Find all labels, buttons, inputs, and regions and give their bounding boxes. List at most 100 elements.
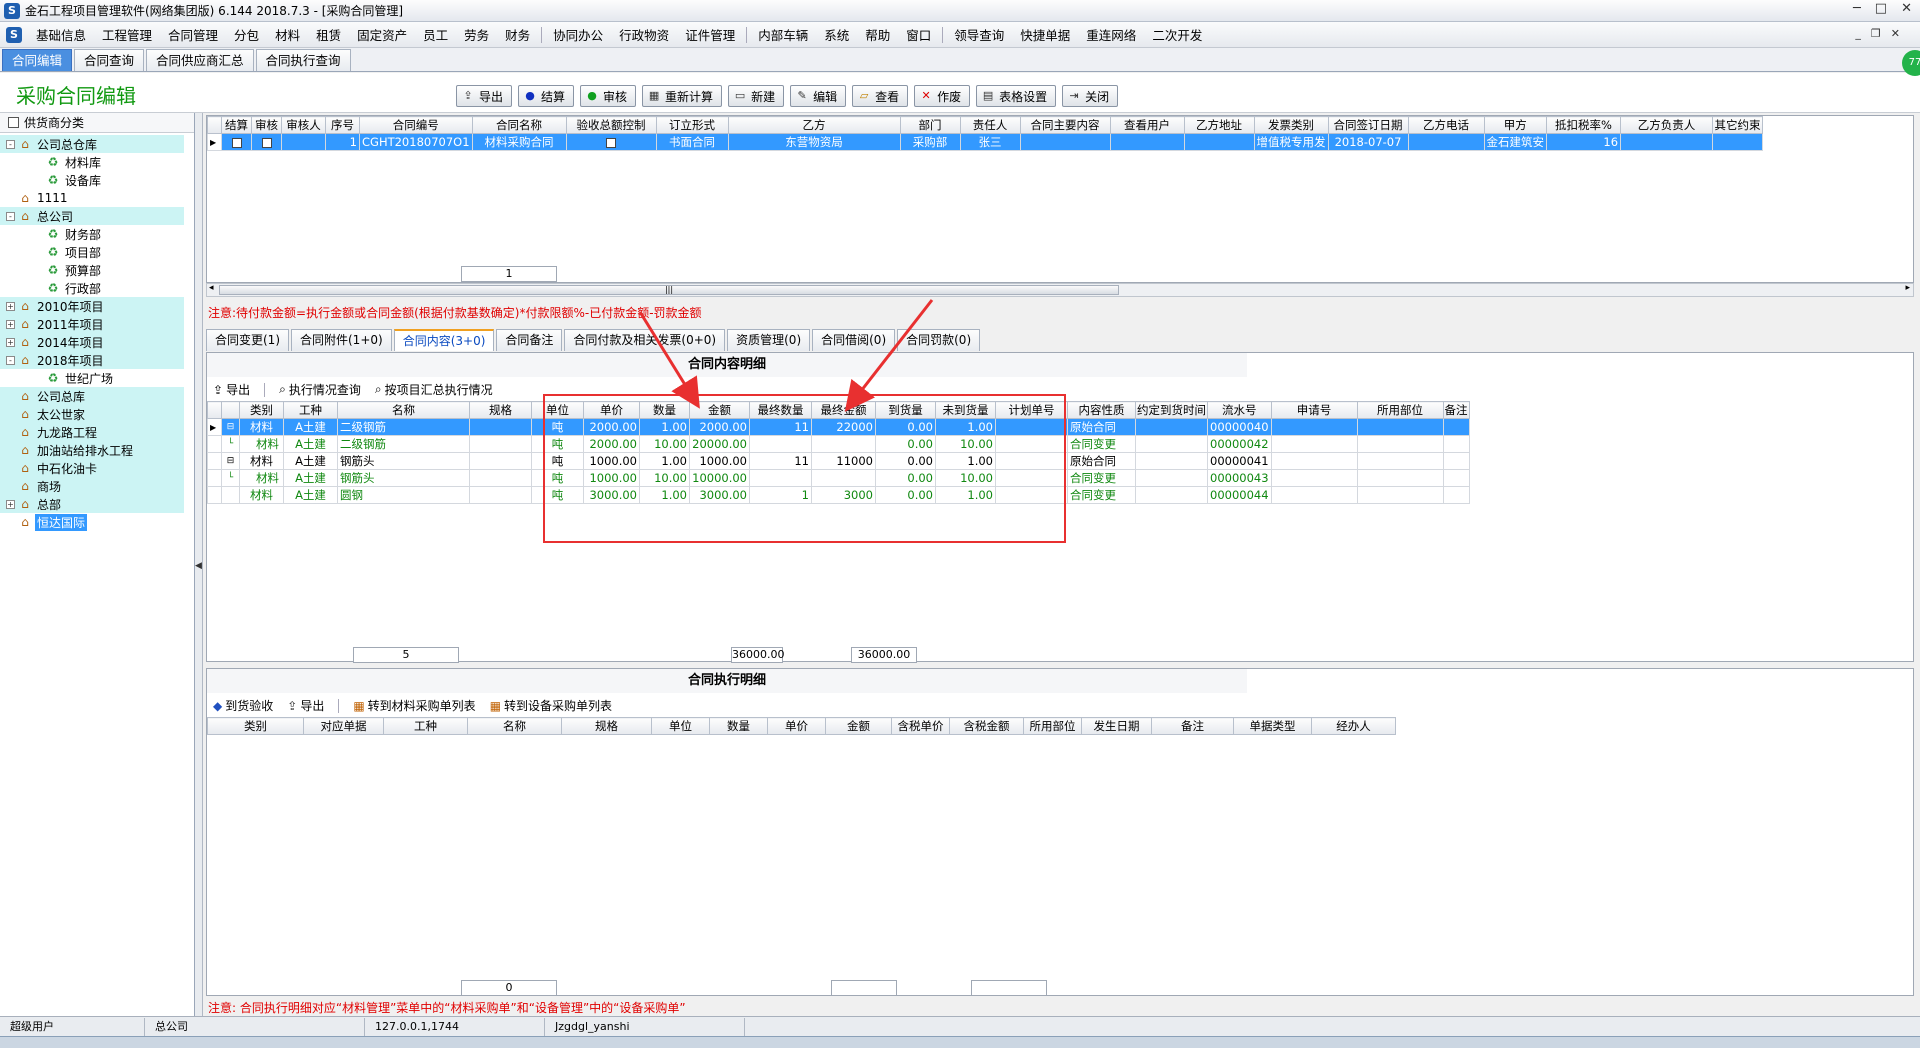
content-tool-1[interactable]: ⌕ 执行情况查询 — [279, 381, 361, 398]
toolbar-button-1[interactable]: ● 结算 — [518, 85, 575, 107]
tree-node[interactable]: - ⌂ 总公司 — [0, 207, 184, 225]
exec-col-header[interactable]: 所用部位 — [1023, 717, 1082, 735]
tree-node[interactable]: ⌂ 商场 — [0, 477, 184, 495]
toolbar-button-4[interactable]: ▭ 新建 — [728, 85, 785, 107]
tree-node[interactable]: ⌂ 1111 — [0, 189, 194, 207]
exec-col-header[interactable]: 单价 — [767, 717, 826, 735]
contract-col-header[interactable]: 乙方地址 — [1183, 116, 1255, 134]
contract-col-header[interactable]: 查看用户 — [1109, 116, 1185, 134]
mdi-close-icon[interactable]: ✕ — [1891, 27, 1900, 40]
contract-col-header[interactable]: 审核 — [251, 116, 282, 134]
menu-item-9[interactable]: 财务 — [497, 25, 538, 44]
menu-item-20[interactable]: 二次开发 — [1144, 25, 1210, 44]
exec-tool-1[interactable]: ⇪ 导出 — [287, 697, 324, 714]
contract-col-header[interactable]: 合同签订日期 — [1327, 116, 1409, 134]
contract-col-header[interactable]: 部门 — [899, 116, 961, 134]
menu-item-7[interactable]: 员工 — [415, 25, 456, 44]
toolbar-button-8[interactable]: ▤ 表格设置 — [976, 85, 1057, 107]
menu-item-18[interactable]: 快捷单据 — [1012, 25, 1078, 44]
tree-node[interactable]: - ⌂ 公司总仓库 — [0, 135, 184, 153]
contract-col-header[interactable]: 其它约束 — [1712, 116, 1764, 134]
contract-col-header[interactable]: 乙方负责人 — [1620, 116, 1714, 134]
menu-item-3[interactable]: 分包 — [226, 25, 267, 44]
tree-node[interactable]: ♻ 世纪广场 — [0, 369, 194, 387]
scroll-right-icon[interactable]: ▸ — [1905, 283, 1910, 293]
detail-tab-0[interactable]: 合同变更(1) — [206, 329, 289, 351]
content-col-header[interactable]: 申请号 — [1270, 401, 1358, 419]
tree-toggle-icon[interactable]: ⊟ — [221, 418, 240, 436]
tree-node[interactable]: ⌂ 恒达国际 — [0, 513, 194, 531]
detail-tab-5[interactable]: 资质管理(0) — [727, 329, 811, 351]
content-col-header[interactable]: 备注 — [1442, 401, 1470, 419]
scroll-left-icon[interactable]: ◂ — [209, 283, 214, 293]
subtab-2[interactable]: 合同供应商汇总 — [146, 49, 254, 71]
menu-item-0[interactable]: 基础信息 — [28, 25, 94, 44]
settled-cb[interactable] — [221, 133, 252, 151]
toolbar-button-6[interactable]: ▱ 查看 — [852, 85, 909, 107]
tree-node[interactable]: ⌂ 太公世家 — [0, 405, 184, 423]
close-icon[interactable]: ✕ — [1901, 1, 1912, 16]
tree-node[interactable]: ♻ 项目部 — [0, 243, 194, 261]
toolbar-button-3[interactable]: ▦ 重新计算 — [642, 85, 723, 107]
menu-item-12[interactable]: 证件管理 — [677, 25, 743, 44]
exec-col-header[interactable]: 含税金额 — [949, 717, 1024, 735]
contract-col-header[interactable]: 合同编号 — [359, 116, 473, 134]
subtab-0[interactable]: 合同编辑 — [2, 49, 73, 71]
tree-node[interactable]: + ⌂ 2011年项目 — [0, 315, 184, 333]
content-col-header[interactable]: 工种 — [283, 401, 338, 419]
tree-node[interactable]: ♻ 预算部 — [0, 261, 194, 279]
detail-tab-6[interactable]: 合同借阅(0) — [812, 329, 896, 351]
menu-item-6[interactable]: 固定资产 — [349, 25, 415, 44]
exec-tool-2[interactable]: ▦ 转到材料采购单列表 — [353, 697, 475, 714]
tree-expander-icon[interactable]: + — [6, 319, 15, 329]
contract-col-header[interactable]: 乙方电话 — [1407, 116, 1485, 134]
detail-tab-4[interactable]: 合同付款及相关发票(0+0) — [564, 329, 726, 351]
exec-col-header[interactable]: 发生日期 — [1081, 717, 1152, 735]
menu-item-4[interactable]: 材料 — [267, 25, 308, 44]
mdi-restore-icon[interactable]: ❐ — [1871, 27, 1881, 40]
contract-col-header[interactable]: 序号 — [325, 116, 360, 134]
menu-item-14[interactable]: 系统 — [816, 25, 857, 44]
exec-col-header[interactable]: 名称 — [467, 717, 562, 735]
detail-tab-2[interactable]: 合同内容(3+0) — [393, 329, 495, 351]
exec-col-header[interactable]: 含税单价 — [891, 717, 950, 735]
tree-node[interactable]: + ⌂ 2014年项目 — [0, 333, 184, 351]
collapse-arrow-icon[interactable]: ◀ — [195, 561, 202, 571]
contract-row[interactable]: ▶ 1 CGHT20180707O1 材料采购合同 书面合同 东营物资局 采购部 张三 增值税专… — [207, 133, 1764, 151]
toolbar-button-7[interactable]: ✕ 作废 — [914, 85, 971, 107]
toolbar-button-2[interactable]: ● 审核 — [580, 85, 637, 107]
exec-col-header[interactable]: 工种 — [383, 717, 468, 735]
contract-col-header[interactable]: 发票类别 — [1253, 116, 1329, 134]
toolbar-button-5[interactable]: ✎ 编辑 — [790, 85, 847, 107]
content-col-header[interactable]: 类别 — [239, 401, 284, 419]
exec-col-header[interactable]: 金额 — [825, 717, 892, 735]
tree-node[interactable]: + ⌂ 2010年项目 — [0, 297, 184, 315]
tree-node[interactable]: ⌂ 九龙路工程 — [0, 423, 184, 441]
contract-col-header[interactable]: 乙方 — [727, 116, 901, 134]
tree-expander-icon[interactable]: - — [6, 139, 15, 149]
detail-tab-1[interactable]: 合同附件(1+0) — [291, 329, 392, 351]
toolbar-button-0[interactable]: ⇪ 导出 — [456, 85, 513, 107]
tree-node[interactable]: + ⌂ 总部 — [0, 495, 184, 513]
menu-item-2[interactable]: 合同管理 — [160, 25, 226, 44]
contract-col-header[interactable]: 抵扣税率% — [1546, 116, 1622, 134]
content-col-header[interactable]: 规格 — [469, 401, 532, 419]
menu-item-16[interactable]: 窗口 — [898, 25, 939, 44]
content-tool-2[interactable]: ⌕ 按项目汇总执行情况 — [375, 381, 493, 398]
mdi-minimize-icon[interactable]: _ — [1855, 27, 1861, 40]
content-tool-0[interactable]: ⇪ 导出 — [213, 381, 250, 398]
tree-node[interactable]: ♻ 材料库 — [0, 153, 194, 171]
subtab-3[interactable]: 合同执行查询 — [255, 49, 351, 71]
tree-node[interactable]: ♻ 设备库 — [0, 171, 194, 189]
detail-tab-3[interactable]: 合同备注 — [496, 329, 563, 351]
exec-col-header[interactable]: 对应单据 — [303, 717, 384, 735]
tree-node[interactable]: ⌂ 中石化油卡 — [0, 459, 184, 477]
content-col-header[interactable]: 内容性质 — [1067, 401, 1136, 419]
exec-col-header[interactable]: 备注 — [1151, 717, 1234, 735]
exec-col-header[interactable]: 单位 — [651, 717, 710, 735]
acceptance-cb[interactable] — [565, 133, 657, 151]
exec-col-header[interactable]: 规格 — [561, 717, 652, 735]
subtab-1[interactable]: 合同查询 — [74, 49, 145, 71]
tree-toggle-icon[interactable]: ⊟ — [221, 452, 240, 470]
contract-col-header[interactable]: 合同名称 — [471, 116, 567, 134]
